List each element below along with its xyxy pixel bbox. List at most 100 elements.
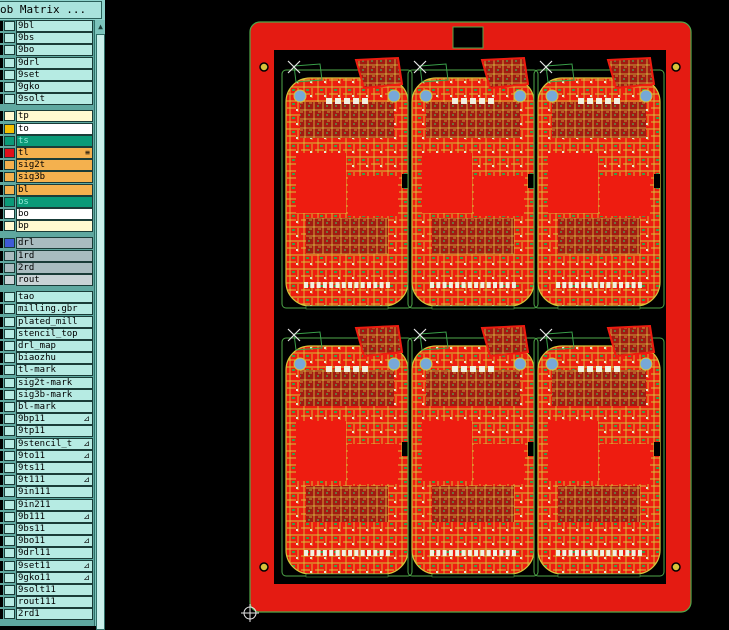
layer-row[interactable]: 2rd xyxy=(0,261,93,274)
layer-row[interactable]: 9set11 ⊿ xyxy=(0,559,93,572)
layer-color-swatch[interactable] xyxy=(4,148,15,158)
layer-name[interactable]: plated_mill xyxy=(16,315,93,328)
layer-checkbox[interactable] xyxy=(0,275,3,285)
layer-name[interactable]: bo xyxy=(16,208,93,220)
layer-color-swatch[interactable] xyxy=(4,487,15,498)
layer-name[interactable]: bp xyxy=(16,220,93,233)
layer-checkbox[interactable] xyxy=(0,328,3,339)
layer-name[interactable]: 9stencil_t ⊿ xyxy=(16,437,93,450)
layer-color-swatch[interactable] xyxy=(4,172,15,183)
layer-color-swatch[interactable] xyxy=(4,377,15,388)
layer-row[interactable]: 9bp11 ⊿ xyxy=(0,413,93,426)
layer-color-swatch[interactable] xyxy=(4,304,15,315)
layer-checkbox[interactable] xyxy=(0,548,3,559)
layer-row[interactable]: 9b111 ⊿ xyxy=(0,510,93,523)
layer-name[interactable]: sig2t xyxy=(16,159,93,172)
layer-color-swatch[interactable] xyxy=(4,402,15,412)
layer-name[interactable]: drl xyxy=(16,237,93,250)
layer-checkbox[interactable] xyxy=(0,341,3,351)
layer-checkbox[interactable] xyxy=(0,450,3,461)
layer-name[interactable]: 9in111 xyxy=(16,486,93,499)
layer-row[interactable]: 9ts11 xyxy=(0,462,93,474)
layer-checkbox[interactable] xyxy=(0,238,3,249)
layer-color-swatch[interactable] xyxy=(4,426,15,437)
layer-name[interactable]: 9bo11 ⊿ xyxy=(16,535,93,548)
layer-checkbox[interactable] xyxy=(0,426,3,437)
layer-color-swatch[interactable] xyxy=(4,196,15,207)
layer-name[interactable]: 9bo xyxy=(16,44,93,57)
layer-checkbox[interactable] xyxy=(0,250,3,261)
layer-row[interactable]: bo xyxy=(0,208,93,220)
layer-row[interactable]: sig3b xyxy=(0,171,93,184)
layer-color-swatch[interactable] xyxy=(4,209,15,219)
layer-checkbox[interactable] xyxy=(0,135,3,146)
layer-name[interactable]: bs xyxy=(16,195,93,208)
layer-checkbox[interactable] xyxy=(0,94,3,105)
layer-row[interactable]: rout xyxy=(0,274,93,286)
layer-name[interactable]: 9in211 xyxy=(16,498,93,511)
layer-color-swatch[interactable] xyxy=(4,560,15,571)
layer-checkbox[interactable] xyxy=(0,221,3,232)
layer-color-swatch[interactable] xyxy=(4,438,15,449)
layer-color-swatch[interactable] xyxy=(4,341,15,351)
layer-checkbox[interactable] xyxy=(0,414,3,425)
layer-checkbox[interactable] xyxy=(0,184,3,195)
layer-checkbox[interactable] xyxy=(0,402,3,412)
layer-row[interactable]: bs xyxy=(0,195,93,208)
layer-row[interactable]: 9bl xyxy=(0,20,93,32)
layer-name[interactable]: sig3b xyxy=(16,171,93,184)
layer-checkbox[interactable] xyxy=(0,609,3,620)
layer-color-swatch[interactable] xyxy=(4,160,15,171)
layer-color-swatch[interactable] xyxy=(4,328,15,339)
layer-color-swatch[interactable] xyxy=(4,585,15,595)
layer-row[interactable]: 1rd xyxy=(0,249,93,262)
layer-checkbox[interactable] xyxy=(0,21,3,31)
layer-name[interactable]: 9to11 ⊿ xyxy=(16,449,93,462)
layer-checkbox[interactable] xyxy=(0,487,3,498)
layer-row[interactable]: 9solt xyxy=(0,93,93,106)
layer-row[interactable]: to xyxy=(0,122,93,135)
layer-row[interactable]: 9in211 xyxy=(0,498,93,511)
layer-color-swatch[interactable] xyxy=(4,389,15,400)
layer-row[interactable]: 9solt11 xyxy=(0,584,93,596)
layer-row[interactable]: tp xyxy=(0,110,93,123)
layer-name[interactable]: 2rd xyxy=(16,261,93,274)
layer-checkbox[interactable] xyxy=(0,524,3,534)
layer-name[interactable]: 9b111 ⊿ xyxy=(16,510,93,523)
layer-checkbox[interactable] xyxy=(0,316,3,327)
layer-color-swatch[interactable] xyxy=(4,135,15,146)
layer-color-swatch[interactable] xyxy=(4,57,15,68)
layer-name[interactable]: 9solt xyxy=(16,93,93,106)
layer-checkbox[interactable] xyxy=(0,262,3,273)
layer-color-swatch[interactable] xyxy=(4,250,15,261)
layer-color-swatch[interactable] xyxy=(4,111,15,122)
layer-color-swatch[interactable] xyxy=(4,450,15,461)
layer-name[interactable]: 9set11 ⊿ xyxy=(16,559,93,572)
layer-name[interactable]: 9solt11 xyxy=(16,584,93,596)
layer-name[interactable]: tl-mark xyxy=(16,364,93,377)
layer-color-swatch[interactable] xyxy=(4,275,15,285)
layer-row[interactable]: 9stencil_t ⊿ xyxy=(0,437,93,450)
layer-color-swatch[interactable] xyxy=(4,414,15,425)
layer-row[interactable]: 9bo xyxy=(0,44,93,57)
layer-checkbox[interactable] xyxy=(0,377,3,388)
layer-checkbox[interactable] xyxy=(0,536,3,547)
layer-name[interactable]: 9tp11 xyxy=(16,425,93,438)
layer-row[interactable]: 9bs xyxy=(0,32,93,45)
layer-name[interactable]: bl xyxy=(16,183,93,196)
layer-checkbox[interactable] xyxy=(0,475,3,486)
layer-color-swatch[interactable] xyxy=(4,69,15,80)
layer-name[interactable]: rout111 xyxy=(16,596,93,609)
layer-name[interactable]: 9gko11 ⊿ xyxy=(16,571,93,584)
layer-row[interactable]: 9tp11 xyxy=(0,425,93,438)
layer-checkbox[interactable] xyxy=(0,597,3,608)
layer-row[interactable]: ts xyxy=(0,134,93,147)
layer-checkbox[interactable] xyxy=(0,353,3,364)
layer-name[interactable]: biaozhu xyxy=(16,352,93,365)
pcb-panel-view[interactable] xyxy=(105,0,729,626)
layer-name[interactable]: 9t111 ⊿ xyxy=(16,474,93,487)
layer-color-swatch[interactable] xyxy=(4,353,15,364)
layer-color-swatch[interactable] xyxy=(4,463,15,473)
layer-name[interactable]: 9bp11 ⊿ xyxy=(16,413,93,426)
layer-row[interactable]: stencil_top xyxy=(0,327,93,340)
